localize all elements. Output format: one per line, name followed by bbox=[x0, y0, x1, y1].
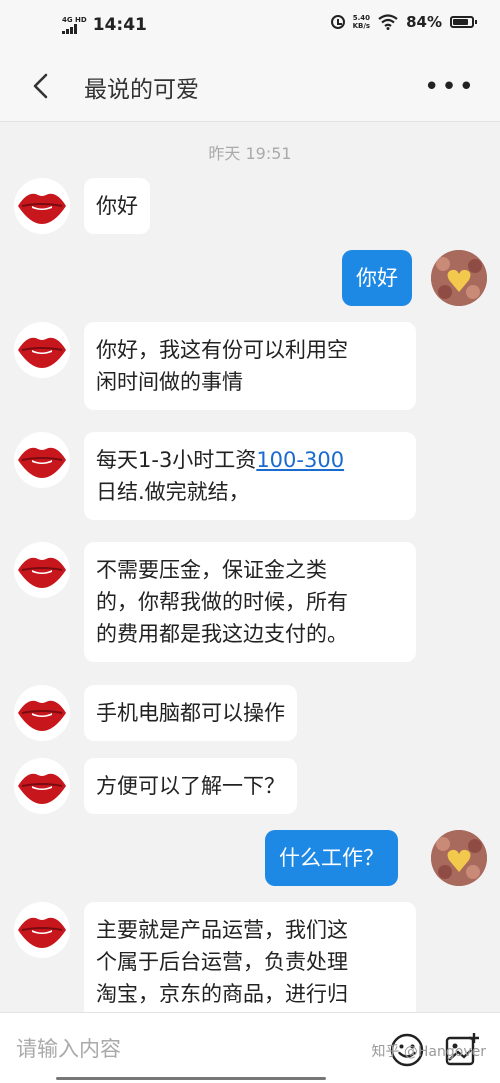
message-bubble-received[interactable]: 你好，我这有份可以利用空 闲时间做的事情 bbox=[84, 322, 416, 410]
heart-icon bbox=[431, 250, 487, 306]
network-type: 4G HD bbox=[62, 15, 87, 24]
message-line: 每天1-3小时工资100-300 bbox=[96, 444, 404, 476]
gesture-bar bbox=[56, 1077, 326, 1080]
heart-icon bbox=[431, 830, 487, 886]
my-avatar[interactable] bbox=[431, 830, 487, 886]
chat-header: 最说的可爱 ••• bbox=[0, 50, 500, 122]
lips-icon bbox=[18, 700, 66, 731]
message-input[interactable]: 请输入内容 bbox=[16, 1033, 121, 1063]
input-bar: 请输入内容 知乎 @Hangover bbox=[0, 1012, 500, 1083]
message-line: 淘宝，京东的商品，进行归 bbox=[96, 982, 348, 1006]
battery-percent: 84% bbox=[406, 13, 442, 31]
lips-icon bbox=[18, 773, 66, 804]
message-line: 你好，我这有份可以利用空 bbox=[96, 338, 348, 362]
message-bubble-received[interactable]: 手机电脑都可以操作 bbox=[84, 685, 297, 741]
network-speed: 5.40 KB/s bbox=[353, 14, 370, 30]
contact-avatar[interactable] bbox=[14, 542, 70, 598]
lips-icon bbox=[18, 447, 66, 478]
speed-value: 5.40 bbox=[352, 14, 370, 22]
message-text: 你好 bbox=[96, 194, 138, 218]
speed-unit: KB/s bbox=[352, 22, 371, 30]
message-text: 手机电脑都可以操作 bbox=[96, 701, 285, 725]
chat-title: 最说的可爱 bbox=[84, 77, 199, 103]
message-bubble-received[interactable]: 主要就是产品运营，我们这 个属于后台运营，负责处理 淘宝，京东的商品，进行归 bbox=[84, 902, 416, 1012]
message-bubble-received[interactable]: 你好 bbox=[84, 178, 150, 234]
message-bubble-received[interactable]: 不需要压金，保证金之类 的，你帮我做的时候，所有 的费用都是我这边支付的。 bbox=[84, 542, 416, 662]
message-line: 主要就是产品运营，我们这 bbox=[96, 918, 348, 942]
contact-avatar[interactable] bbox=[14, 322, 70, 378]
alarm-icon bbox=[330, 15, 345, 29]
message-text: 每天1-3小时工资 bbox=[96, 448, 257, 472]
lips-icon bbox=[18, 337, 66, 368]
message-text: 你好 bbox=[356, 266, 398, 290]
message-timestamp: 昨天 19:51 bbox=[208, 144, 292, 163]
message-text: 方便可以了解一下？ bbox=[96, 774, 285, 798]
status-right: 5.40 KB/s 84% bbox=[330, 13, 477, 31]
my-avatar[interactable] bbox=[431, 250, 487, 306]
message-bubble-received[interactable]: 每天1-3小时工资100-300 日结.做完就结， bbox=[84, 432, 416, 520]
message-link[interactable]: 100-300 bbox=[256, 448, 344, 472]
message-text: 什么工作？ bbox=[279, 846, 384, 870]
watermark: 知乎 @Hangover bbox=[371, 1044, 486, 1060]
contact-avatar[interactable] bbox=[14, 902, 70, 958]
battery-icon bbox=[450, 16, 477, 28]
more-icon[interactable]: ••• bbox=[424, 72, 476, 102]
signal-icon bbox=[62, 23, 87, 34]
message-bubble-sent[interactable]: 什么工作？ bbox=[265, 830, 398, 886]
message-list[interactable]: 昨天 19:51 你好 你好 你好，我这有份可以利用空 闲时间做的事情 每天1-… bbox=[0, 122, 500, 1012]
contact-avatar[interactable] bbox=[14, 178, 70, 234]
message-line: 个属于后台运营，负责处理 bbox=[96, 950, 348, 974]
message-bubble-sent[interactable]: 你好 bbox=[342, 250, 412, 306]
contact-avatar[interactable] bbox=[14, 685, 70, 741]
back-arrow-icon[interactable] bbox=[28, 72, 54, 100]
battery-fill bbox=[453, 19, 469, 25]
network-indicator: 4G HD bbox=[62, 15, 87, 34]
message-line: 的，你帮我做的时候，所有 bbox=[96, 590, 348, 614]
contact-avatar[interactable] bbox=[14, 758, 70, 814]
wifi-icon bbox=[378, 14, 398, 30]
message-line: 日结.做完就结， bbox=[96, 480, 250, 504]
message-line: 不需要压金，保证金之类 bbox=[96, 558, 327, 582]
clock: 14:41 bbox=[92, 15, 147, 35]
lips-icon bbox=[18, 917, 66, 948]
message-bubble-received[interactable]: 方便可以了解一下？ bbox=[84, 758, 297, 814]
contact-avatar[interactable] bbox=[14, 432, 70, 488]
message-line: 的费用都是我这边支付的。 bbox=[96, 622, 348, 646]
lips-icon bbox=[18, 557, 66, 588]
lips-icon bbox=[18, 193, 66, 224]
status-left: 4G HD 14:41 bbox=[62, 15, 147, 35]
status-bar: 4G HD 14:41 5.40 KB/s 84% bbox=[0, 0, 500, 50]
message-line: 闲时间做的事情 bbox=[96, 370, 243, 394]
